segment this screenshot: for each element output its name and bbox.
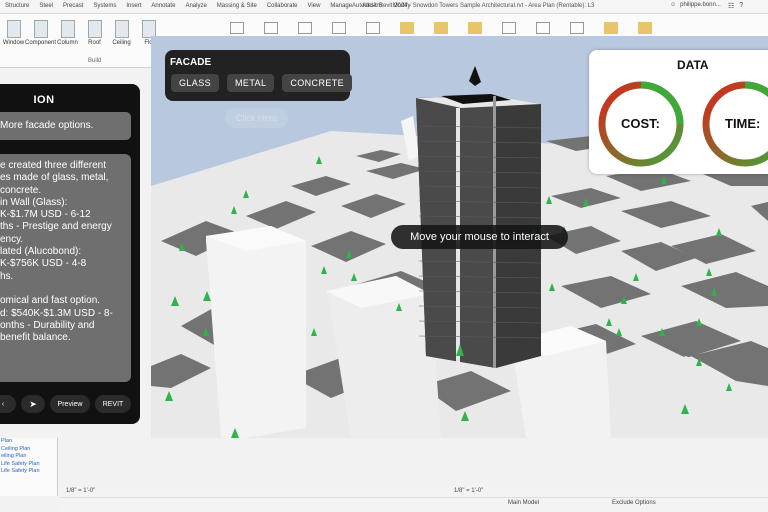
facade-options: GLASS METAL CONCRETE	[171, 74, 353, 92]
description-line	[0, 283, 127, 295]
preview-button[interactable]: Preview	[50, 395, 90, 413]
tool-label: Ceiling	[112, 40, 131, 46]
click-here-button[interactable]: Click Here	[225, 108, 288, 128]
build-panel-label: Build	[88, 58, 102, 64]
menu-tab[interactable]: Steel	[34, 3, 58, 9]
panel-button-row: ‹ ➤ Preview REVIT	[0, 395, 131, 413]
scale-left[interactable]: 1/8" = 1'-0"	[66, 488, 95, 494]
ribbon-tool[interactable]: Column	[54, 20, 81, 46]
time-label: TIME:	[725, 116, 761, 131]
tool-icon	[114, 20, 129, 38]
project-browser: Plan Ceiling Plan eiling Plan Life Safety P…	[0, 438, 58, 496]
facade-glass-button[interactable]: GLASS	[171, 74, 220, 92]
data-panel: DATA COST: TIME:	[589, 50, 768, 174]
description-line: concrete.	[0, 184, 42, 196]
description-line: onths - Durability and	[0, 319, 95, 331]
tool-icon	[87, 20, 102, 38]
model-text-icon[interactable]	[366, 22, 380, 34]
menu-tab[interactable]: View	[303, 3, 326, 9]
browser-item[interactable]: Plan	[0, 438, 57, 446]
send-button[interactable]: ➤	[21, 395, 45, 413]
cart-icon[interactable]: ☷	[728, 2, 734, 10]
status-bar: 1/8" = 1'-0" 1/8" = 1'-0" Main Model Exc…	[60, 486, 768, 512]
tool-icon	[6, 20, 21, 38]
ribbon-tool[interactable]: Component	[24, 20, 57, 46]
browser-item[interactable]: eiling Plan	[0, 453, 57, 461]
ribbon-tool[interactable]: Roof	[81, 20, 108, 46]
menu-tab[interactable]: Analyze	[180, 3, 211, 9]
description-line: benefit balance.	[0, 332, 71, 344]
menu-tab[interactable]: Collaborate	[262, 3, 303, 9]
description-line: lated (Alucobond):	[0, 246, 82, 258]
exclude-options[interactable]: Exclude Options	[612, 500, 656, 506]
set-icon[interactable]	[604, 22, 618, 34]
description-line: es made of glass, metal,	[0, 172, 109, 184]
description-line: ency.	[0, 233, 24, 245]
active-model[interactable]: Main Model	[508, 500, 539, 506]
ramp-icon[interactable]	[332, 22, 346, 34]
window-icons: ☷ ?	[728, 2, 743, 10]
description-line: omical and fast option.	[0, 295, 101, 307]
stair-icon[interactable]	[298, 22, 312, 34]
browser-item[interactable]: Life Safety Plan	[0, 461, 57, 469]
ribbon-tool[interactable]: Window	[0, 20, 27, 46]
tool-icon	[60, 20, 75, 38]
opening-icon[interactable]	[264, 22, 278, 34]
help-icon[interactable]: ?	[739, 2, 743, 10]
tool-label: Component	[24, 40, 57, 46]
tool-label: Window	[2, 40, 25, 46]
menu-tab[interactable]: Systems	[88, 3, 121, 9]
description-line: hs.	[0, 270, 14, 282]
menu-tab[interactable]: Insert	[121, 3, 146, 9]
back-button[interactable]: ‹	[0, 395, 16, 413]
browser-item[interactable]: Ceiling Plan	[0, 446, 57, 454]
menu-tab[interactable]: Structure	[0, 3, 34, 9]
cost-label: COST:	[621, 116, 660, 131]
scale-right[interactable]: 1/8" = 1'-0"	[454, 488, 483, 494]
facade-metal-button[interactable]: METAL	[227, 74, 275, 92]
description-line: d: $540K-$1.3M USD - 8-	[0, 307, 113, 319]
ribbon-tool[interactable]: Ceiling	[108, 20, 135, 46]
area-icon[interactable]	[434, 22, 448, 34]
description-box: e created three different es made of glas…	[0, 154, 131, 382]
massing-block-1	[206, 226, 306, 438]
gauges	[598, 81, 768, 167]
tag-icon[interactable]	[468, 22, 482, 34]
more-options-button[interactable]: More facade options.	[0, 112, 131, 140]
menu-tab[interactable]: Massing & Site	[212, 3, 262, 9]
menu-tab[interactable]: Precast	[58, 3, 88, 9]
facade-title: FACADE	[170, 57, 212, 68]
facade-panel: FACADE GLASS METAL CONCRETE	[165, 50, 353, 101]
assistant-panel: ION More facade options. e created three…	[0, 84, 140, 424]
door-icon[interactable]	[230, 22, 244, 34]
tool-icon	[33, 20, 48, 38]
shaft-icon[interactable]	[502, 22, 516, 34]
show-icon[interactable]	[638, 22, 652, 34]
user-area[interactable]: ☺ philippe.bonn...	[670, 2, 721, 8]
tool-label: Roof	[88, 40, 101, 46]
facade-concrete-button[interactable]: CONCRETE	[282, 74, 353, 92]
panel-title: ION	[33, 94, 55, 106]
interaction-tooltip: Move your mouse to interact	[391, 225, 568, 249]
ribbon-icons	[230, 22, 652, 34]
description-line: ths - Prestige and energy	[0, 221, 112, 233]
revit-button[interactable]: REVIT	[95, 395, 131, 413]
menu-tab[interactable]: Annotate	[146, 3, 180, 9]
user-name[interactable]: philippe.bonn...	[680, 2, 721, 8]
grid-icon[interactable]	[570, 22, 584, 34]
description-line: K-$1.7M USD - 6-12	[0, 209, 91, 221]
level-icon[interactable]	[536, 22, 550, 34]
app-title: Autodesk Revit 2024 - Snowdon Towers Sam…	[352, 3, 595, 9]
view-control-bar	[60, 486, 768, 498]
user-icon: ☺	[670, 2, 677, 8]
title-bar: Structure Steel Precast Systems Insert Annota…	[0, 0, 768, 14]
build-tools: Window Component Column Roof Ceiling Flo	[0, 20, 162, 46]
room-icon[interactable]	[400, 22, 414, 34]
tool-label: Column	[57, 40, 78, 46]
description-line: K-$756K USD - 4-8	[0, 258, 87, 270]
description-line: in Wall (Glass):	[0, 196, 68, 208]
description-line: e created three different	[0, 160, 106, 171]
browser-item[interactable]: Life Safety Plan	[0, 468, 57, 476]
